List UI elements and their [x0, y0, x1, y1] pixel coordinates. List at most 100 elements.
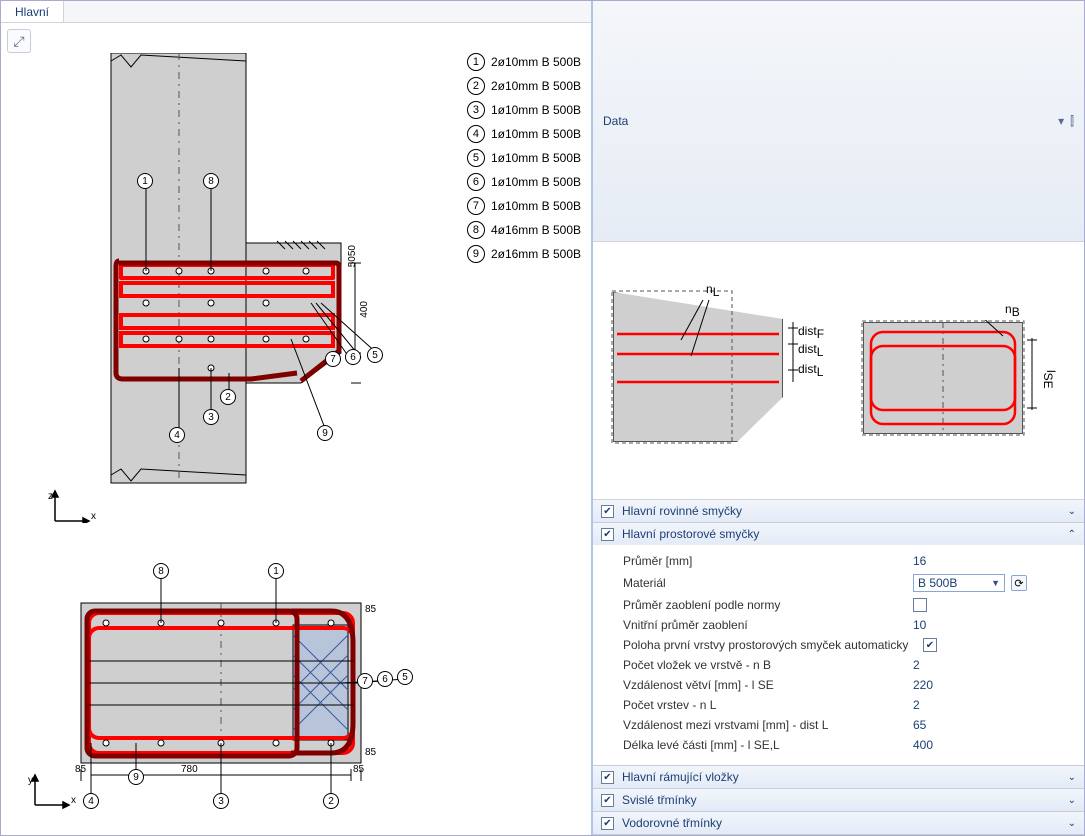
auto-first-layer-checkbox[interactable]	[923, 638, 937, 652]
chevron-down-icon: ⌄	[1068, 818, 1076, 829]
prop-label: Vnitřní průměr zaoblení	[623, 618, 913, 632]
prop-value-lSE[interactable]: 220	[913, 678, 1013, 692]
schematic-diagram: nL distF distL distL nB lSE	[593, 242, 1084, 500]
section-body: Průměr [mm] 16 Materiál B 500B▼ ⟳ Průměr…	[593, 545, 1084, 765]
dim-85c: 85	[365, 604, 376, 615]
axis-z: z	[48, 491, 53, 502]
section-planar-loops: Hlavní rovinné smyčky ⌄	[593, 500, 1084, 523]
prop-value-distL[interactable]: 65	[913, 718, 1013, 732]
legend-text: 2ø10mm B 500B	[491, 79, 581, 93]
prop-row: Průměr [mm] 16	[623, 551, 1076, 571]
prop-value-nL[interactable]: 2	[913, 698, 1013, 712]
prop-label: Materiál	[623, 576, 913, 590]
distL1-label: distL	[798, 342, 823, 359]
prop-row: Vzdálenost větví [mm] - l SE 220	[623, 675, 1076, 695]
section-framing-bars: Hlavní rámující vložky ⌄	[593, 766, 1084, 789]
axis-x2: x	[71, 795, 76, 806]
legend-num: 7	[467, 197, 485, 215]
legend-row: 92ø16mm B 500B	[467, 245, 581, 263]
chevron-down-icon: ▼	[991, 578, 1000, 588]
dim-5050: 5050	[347, 245, 358, 267]
prop-label: Počet vrstev - n L	[623, 698, 913, 712]
right-content: nL distF distL distL nB lSE Hlavní rovin…	[593, 242, 1084, 835]
section-spatial-loops: Hlavní prostorové smyčky ⌃ Průměr [mm] 1…	[593, 523, 1084, 766]
prop-label: Průměr zaoblení podle normy	[623, 598, 913, 612]
refresh-button[interactable]: ⟳	[1011, 575, 1027, 591]
section-header[interactable]: Vodorovné třmínky ⌄	[593, 812, 1084, 834]
legend-text: 1ø10mm B 500B	[491, 199, 581, 213]
legend-row: 31ø10mm B 500B	[467, 101, 581, 119]
callout-num: 8	[203, 173, 219, 189]
nL-label: nL	[706, 282, 719, 299]
prop-row: Materiál B 500B▼ ⟳	[623, 571, 1076, 595]
section-horizontal-stirrups: Vodorovné třmínky ⌄	[593, 812, 1084, 835]
section-title: Svislé třmínky	[622, 793, 697, 807]
section-header[interactable]: Hlavní rámující vložky ⌄	[593, 766, 1084, 788]
callout-num: 6	[377, 671, 393, 687]
distL2-label: distL	[798, 362, 823, 379]
section-checkbox[interactable]	[601, 528, 614, 541]
prop-value-lSEL[interactable]: 400	[913, 738, 1013, 752]
legend-text: 2ø10mm B 500B	[491, 55, 581, 69]
legend-num: 6	[467, 173, 485, 191]
prop-row: Vnitřní průměr zaoblení 10	[623, 615, 1076, 635]
callout-num: 7	[325, 351, 341, 367]
section-header[interactable]: Svislé třmínky ⌄	[593, 789, 1084, 811]
prop-row: Počet vložek ve vrstvě - n B 2	[623, 655, 1076, 675]
section-checkbox[interactable]	[601, 794, 614, 807]
dim-85a: 85	[75, 764, 86, 775]
prop-row: Poloha první vrstvy prostorových smyček …	[623, 635, 1076, 655]
prop-value-nB[interactable]: 2	[913, 658, 1013, 672]
prop-value-inner-radius[interactable]: 10	[913, 618, 1013, 632]
distF-label: distF	[798, 324, 824, 341]
prop-row: Délka levé části [mm] - l SE,L 400	[623, 735, 1076, 755]
axis-x: x	[91, 511, 96, 522]
callout-num: 7	[357, 673, 373, 689]
callout-num: 1	[137, 173, 153, 189]
legend-num: 2	[467, 77, 485, 95]
prop-label: Poloha první vrstvy prostorových smyček …	[623, 638, 923, 652]
section-header[interactable]: Hlavní rovinné smyčky ⌄	[593, 500, 1084, 522]
rebar-legend: 12ø10mm B 500B 22ø10mm B 500B 31ø10mm B …	[467, 53, 581, 263]
material-dropdown[interactable]: B 500B▼	[913, 574, 1005, 592]
section-title: Hlavní rámující vložky	[622, 770, 739, 784]
data-panel-controls: ▾ ⫿	[1058, 114, 1074, 129]
tab-main[interactable]: Hlavní	[1, 1, 64, 22]
lSE-label: lSE	[1041, 370, 1058, 389]
bend-radius-standard-checkbox[interactable]	[913, 598, 927, 612]
callout-num: 8	[153, 563, 169, 579]
callout-num: 6	[345, 349, 361, 365]
legend-text: 1ø10mm B 500B	[491, 127, 581, 141]
left-panel: Hlavní 12ø10mm B 500B 22ø10mm B 500B 31ø…	[1, 1, 593, 835]
pin-icon[interactable]: ⫿	[1070, 114, 1074, 129]
legend-text: 1ø10mm B 500B	[491, 103, 581, 117]
legend-row: 5 1ø10mm B 500B	[467, 149, 581, 167]
chevron-down-icon: ⌄	[1068, 506, 1076, 517]
chevron-up-icon: ⌃	[1068, 529, 1076, 540]
chevron-down-icon: ⌄	[1068, 795, 1076, 806]
callout-num: 2	[323, 793, 339, 809]
legend-text: 1ø10mm B 500B	[491, 151, 581, 165]
prop-label: Délka levé části [mm] - l SE,L	[623, 738, 913, 752]
section-checkbox[interactable]	[601, 505, 614, 518]
left-tab-bar: Hlavní	[1, 1, 591, 23]
legend-row: 61ø10mm B 500B	[467, 173, 581, 191]
legend-num: 5	[467, 149, 485, 167]
legend-num: 9	[467, 245, 485, 263]
callout-num: 5	[397, 669, 413, 685]
dim-780: 780	[181, 764, 198, 775]
callout-num: 4	[83, 793, 99, 809]
legend-num: 4	[467, 125, 485, 143]
left-content: 12ø10mm B 500B 22ø10mm B 500B 31ø10mm B …	[1, 23, 591, 835]
legend-row: 4 1ø10mm B 500B	[467, 125, 581, 143]
data-panel-title-bar: Data ▾ ⫿	[593, 1, 1084, 242]
section-header[interactable]: Hlavní prostorové smyčky ⌃	[593, 523, 1084, 545]
section-checkbox[interactable]	[601, 817, 614, 830]
prop-value-diameter[interactable]: 16	[913, 554, 1013, 568]
prop-row: Vzdálenost mezi vrstvami [mm] - dist L 6…	[623, 715, 1076, 735]
callout-num: 3	[203, 409, 219, 425]
axis-y: y	[28, 775, 33, 786]
expand-view-button[interactable]	[7, 29, 31, 53]
dropdown-icon[interactable]: ▾	[1058, 114, 1064, 129]
section-checkbox[interactable]	[601, 771, 614, 784]
